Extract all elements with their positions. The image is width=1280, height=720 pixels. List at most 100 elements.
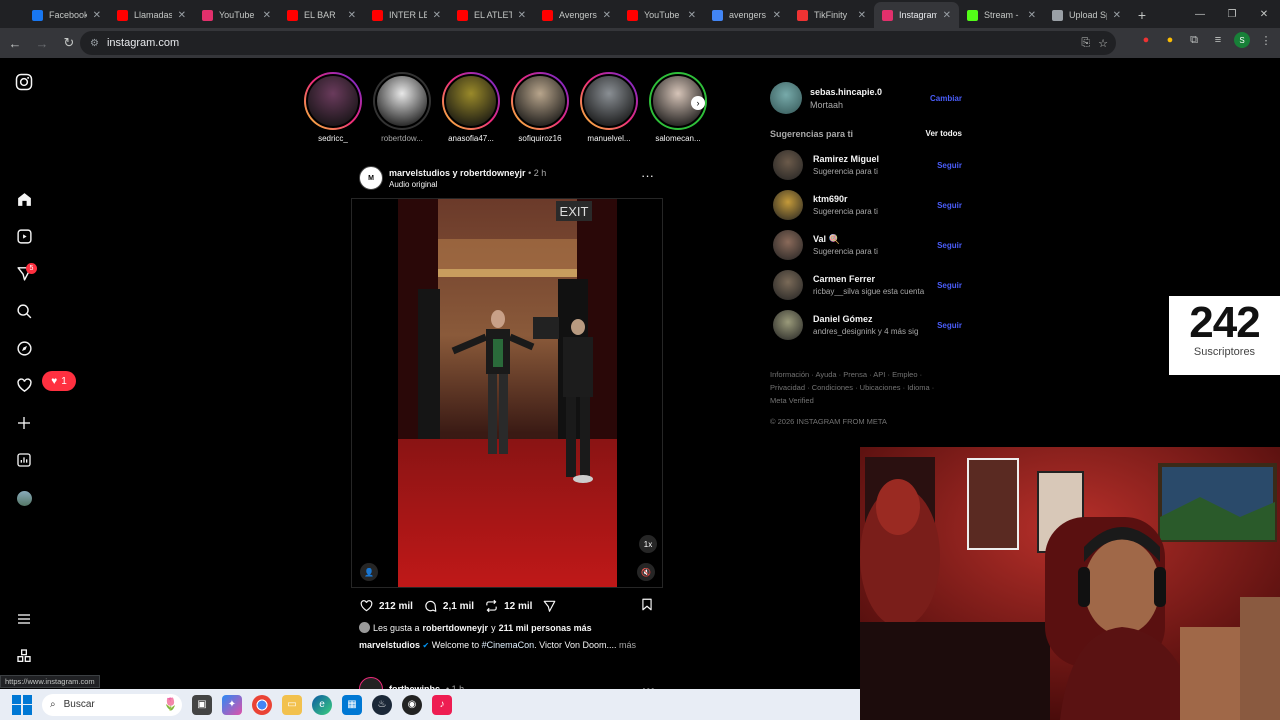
follow-button[interactable]: Seguir [937,241,962,250]
story-ring[interactable] [442,72,500,130]
search-icon[interactable] [14,301,34,321]
share-icon[interactable] [542,599,557,613]
post-options-icon[interactable]: ··· [641,168,654,183]
comment-action[interactable]: 2,1 mil [423,599,474,613]
windows-start-icon[interactable] [12,694,32,715]
browser-tab[interactable]: Llamadas ✕ [109,2,194,28]
liked-by-count[interactable]: 211 mil personas más [499,623,592,633]
also-from-meta-icon[interactable] [14,646,34,666]
more-menu-icon[interactable] [14,609,34,629]
footer-link[interactable]: Información [770,370,809,379]
follow-button[interactable]: Seguir [937,321,962,330]
media-controls-icon[interactable]: ≡ [1210,32,1226,48]
story-ring[interactable] [304,72,362,130]
suggestion-avatar[interactable] [773,230,803,260]
file-explorer-icon[interactable]: ▭ [282,694,302,715]
see-all-link[interactable]: Ver todos [926,129,962,138]
like-action[interactable]: 212 mil [359,599,413,613]
minimize-icon[interactable]: — [1184,0,1216,28]
story-item[interactable]: sedricc_ [303,72,363,143]
caption-user[interactable]: marvelstudios [359,640,420,650]
chrome-icon[interactable] [252,694,272,715]
suggestion-name[interactable]: Val 🍭 [813,234,840,245]
microsoft-store-icon[interactable]: ▦ [342,694,362,715]
story-ring[interactable] [580,72,638,130]
browser-tab[interactable]: Stream - ✕ [959,2,1044,28]
playback-speed-button[interactable]: 1x [639,535,657,553]
story-ring[interactable] [373,72,431,130]
footer-link[interactable]: Privacidad [770,383,805,392]
suggestion-avatar[interactable] [773,150,803,180]
post-audio[interactable]: Audio original [389,180,437,189]
tagged-people-icon[interactable]: 👤 [360,563,378,581]
extensions-puzzle-icon[interactable]: ⧉ [1186,32,1202,48]
follow-button[interactable]: Seguir [937,201,962,210]
extension-chrome-icon[interactable]: ● [1162,32,1178,48]
browser-tab[interactable]: YouTube I ✕ [194,2,279,28]
reels-icon[interactable] [14,226,34,246]
close-tab-icon[interactable]: ✕ [688,10,696,21]
close-tab-icon[interactable]: ✕ [1113,10,1121,21]
post-author-avatar[interactable]: M [359,166,383,190]
tiktok-icon[interactable]: ♪ [432,694,452,715]
instagram-logo-icon[interactable] [14,72,34,92]
taskbar-search[interactable]: ⌕ Buscar 🌷 [42,693,182,716]
address-bar[interactable]: ⚙ instagram.com ⎘ ☆ [80,31,1116,55]
repost-action[interactable]: 12 mil [484,599,532,613]
browser-tab[interactable]: Instagram ✕ [874,2,959,28]
restore-icon[interactable]: ❐ [1216,0,1248,28]
footer-link[interactable]: Empleo [892,370,917,379]
follow-button[interactable]: Seguir [937,281,962,290]
footer-link[interactable]: API [873,370,885,379]
browser-tab[interactable]: Avengers ✕ [534,2,619,28]
footer-link[interactable]: Condiciones [812,383,853,392]
like-heart-icon[interactable] [359,599,374,613]
share-action[interactable] [542,599,557,613]
save-bookmark-icon[interactable] [640,597,654,617]
close-tab-icon[interactable]: ✕ [858,10,866,21]
explore-compass-icon[interactable] [14,338,34,358]
footer-link[interactable]: Idioma [907,383,930,392]
browser-tab[interactable]: INTER LE ✕ [364,2,449,28]
back-icon[interactable]: ← [3,31,27,55]
close-tab-icon[interactable]: ✕ [773,10,781,21]
suggestion-avatar[interactable] [773,190,803,220]
task-view-icon[interactable]: ▣ [192,694,212,715]
story-ring[interactable] [511,72,569,130]
browser-tab[interactable]: EL ATLETI ✕ [449,2,534,28]
notifications-heart-icon[interactable] [14,375,34,395]
close-tab-icon[interactable]: ✕ [348,10,356,21]
forward-icon[interactable]: → [30,31,54,55]
browser-tab[interactable]: YouTube ✕ [619,2,704,28]
reload-icon[interactable]: ↻ [57,31,81,55]
edge-icon[interactable]: e [312,694,332,715]
new-tab-button[interactable]: + [1129,2,1155,28]
suggestion-name[interactable]: Carmen Ferrer [813,274,875,284]
post-authors-names[interactable]: marvelstudios y robertdowneyjr [389,168,526,178]
comment-icon[interactable] [423,599,438,613]
suggestion-avatar[interactable] [773,270,803,300]
close-tab-icon[interactable]: ✕ [433,10,441,21]
caption-hashtag[interactable]: #CinemaCon [482,640,535,650]
browser-tab[interactable]: TikFinity ✕ [789,2,874,28]
home-icon[interactable] [14,189,34,209]
close-tab-icon[interactable]: ✕ [178,10,186,21]
story-item[interactable]: manuelvel... [579,72,639,143]
browser-tab[interactable]: EL BAR ✕ [279,2,364,28]
switch-account-link[interactable]: Cambiar [930,94,962,103]
create-plus-icon[interactable] [14,413,34,433]
follow-button[interactable]: Seguir [937,161,962,170]
notifications-popup[interactable]: ♥ 1 [42,371,76,391]
close-tab-icon[interactable]: ✕ [263,10,271,21]
suggestion-avatar[interactable] [773,310,803,340]
story-item[interactable]: robertdow... [372,72,432,143]
story-item[interactable]: sofiquiroz16 [510,72,570,143]
close-tab-icon[interactable]: ✕ [93,10,101,21]
profile-avatar[interactable]: S [1234,32,1250,48]
mute-icon[interactable]: 🔇 [637,563,655,581]
browser-menu-icon[interactable]: ⋮ [1258,32,1274,48]
close-tab-icon[interactable]: ✕ [943,10,951,21]
copilot-icon[interactable]: ✦ [222,694,242,715]
dashboard-icon[interactable] [14,450,34,470]
footer-link[interactable]: Ayuda [815,370,836,379]
